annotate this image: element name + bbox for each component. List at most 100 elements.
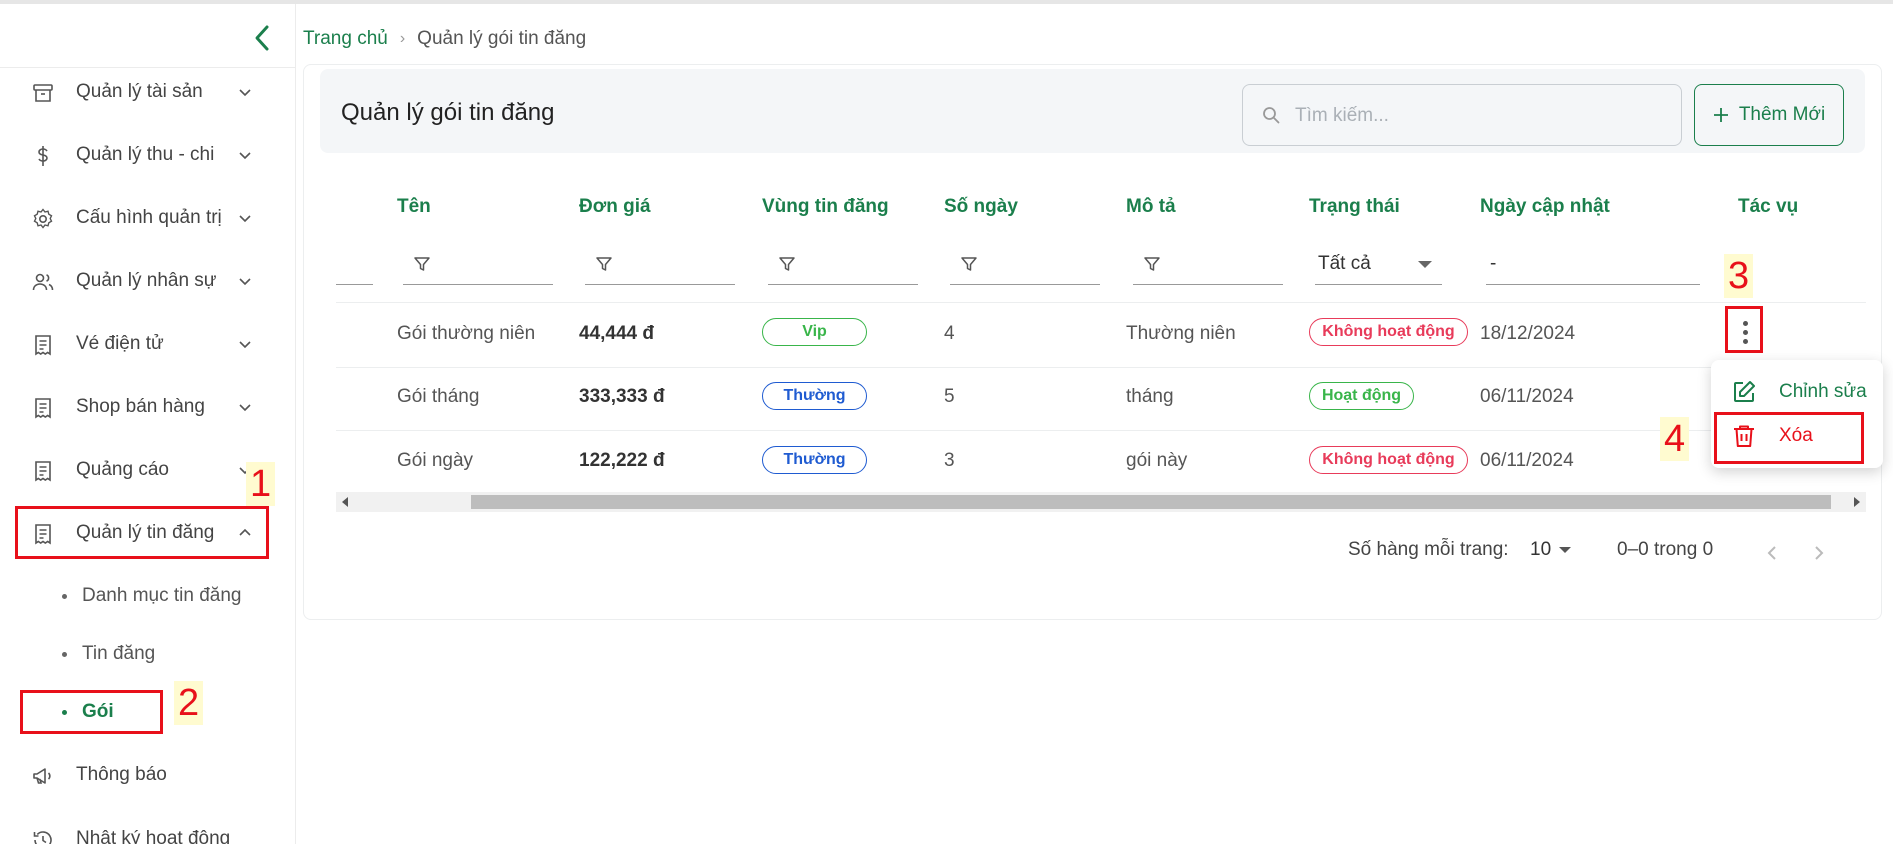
- breadcrumb-separator: ›: [399, 30, 406, 47]
- filter-days[interactable]: [950, 243, 1100, 285]
- status-badge: Không hoạt động: [1309, 446, 1468, 474]
- chevron-down-icon: [239, 89, 251, 97]
- cell-name: Gói thường niên: [397, 323, 536, 344]
- sidebar-item-label: Thông báo: [76, 764, 167, 785]
- cell-price: 333,333 đ: [579, 386, 665, 407]
- scrollbar-thumb[interactable]: [471, 495, 1831, 509]
- add-new-button[interactable]: Thêm Mới: [1694, 84, 1844, 146]
- highlight-box-packages: [20, 690, 163, 734]
- column-header-days[interactable]: Số ngày: [944, 196, 1018, 218]
- search-icon: [1263, 107, 1280, 124]
- caret-down-icon: [1559, 547, 1572, 553]
- sidebar-item-label: Quảng cáo: [76, 459, 169, 480]
- sidebar-item-admin-config[interactable]: Cấu hình quản trị: [15, 195, 268, 241]
- filter-date-value: -: [1490, 253, 1497, 274]
- filter-price[interactable]: [585, 243, 735, 285]
- sidebar-item-shop[interactable]: Shop bán hàng: [15, 384, 268, 430]
- cell-days: 4: [944, 323, 955, 344]
- bullet-dot: [62, 593, 67, 599]
- highlight-box-listings: [15, 506, 269, 559]
- sidebar-item-ads[interactable]: Quảng cáo: [15, 447, 268, 493]
- chevron-left-icon[interactable]: [1762, 543, 1782, 563]
- sidebar-item-label: Cấu hình quản trị: [76, 207, 222, 228]
- filter-status-value: Tất cả: [1318, 253, 1371, 274]
- step-number: 4: [1660, 417, 1690, 461]
- main-card: Quản lý gói tin đăng Thêm Mới Tên Đơn gi…: [303, 64, 1882, 620]
- cell-updated: 06/11/2024: [1480, 386, 1574, 407]
- sidebar-item-activity-log[interactable]: Nhật ký hoạt động: [15, 816, 268, 844]
- filter-status-select[interactable]: Tất cả: [1315, 243, 1442, 285]
- cell-description: tháng: [1126, 386, 1174, 407]
- filter-description[interactable]: [1133, 243, 1283, 285]
- sidebar-item-e-ticket[interactable]: Vé điện tử: [15, 321, 268, 367]
- filter-date[interactable]: -: [1486, 243, 1700, 285]
- sidebar-subitem-listing-categories[interactable]: Danh mục tin đăng: [62, 576, 242, 616]
- search-box[interactable]: [1242, 84, 1682, 146]
- sidebar-subitem-label: Danh mục tin đăng: [82, 585, 242, 606]
- sidebar-item-income-expense[interactable]: Quản lý thu - chi: [15, 132, 268, 178]
- column-header-description[interactable]: Mô tả: [1126, 196, 1176, 218]
- status-badge: Hoạt động: [1309, 382, 1414, 410]
- filter-name[interactable]: [403, 243, 553, 285]
- sidebar-item-label: Quản lý nhân sự: [76, 270, 217, 291]
- column-header-region[interactable]: Vùng tin đăng: [762, 196, 889, 218]
- breadcrumb-home-link[interactable]: Trang chủ: [303, 28, 388, 50]
- sidebar-subitem-listings[interactable]: Tin đăng: [62, 634, 155, 674]
- sidebar-item-label: Shop bán hàng: [76, 396, 205, 417]
- search-input[interactable]: [1293, 99, 1667, 133]
- chevron-right-icon[interactable]: [1809, 543, 1829, 563]
- highlight-box-row-actions: [1725, 306, 1763, 353]
- cell-days: 5: [944, 386, 955, 407]
- plus-icon: [1713, 108, 1728, 122]
- column-header-updated[interactable]: Ngày cập nhật: [1480, 196, 1610, 218]
- gear-icon: [33, 208, 53, 229]
- edit-icon: [1734, 381, 1755, 402]
- receipt-icon: [35, 461, 51, 482]
- horizontal-scrollbar[interactable]: [336, 492, 1866, 512]
- caret-down-icon: [1418, 261, 1432, 268]
- column-header-name[interactable]: Tên: [397, 196, 431, 218]
- filter-icon: [1144, 257, 1160, 271]
- cell-price: 44,444 đ: [579, 323, 654, 344]
- chevron-left-icon: [255, 25, 269, 51]
- cell-name: Gói ngày: [397, 450, 474, 471]
- highlight-box-delete: [1714, 412, 1864, 464]
- row-divider: [336, 430, 1866, 431]
- receipt-icon: [35, 398, 51, 419]
- edit-menu-item[interactable]: Chỉnh sửa: [1731, 372, 1871, 412]
- sidebar-item-label: Nhật ký hoạt động: [76, 828, 231, 844]
- sidebar-item-notifications[interactable]: Thông báo: [15, 752, 268, 798]
- cell-description: Thường niên: [1126, 323, 1236, 344]
- filter-icon: [596, 257, 612, 271]
- breadcrumb: Trang chủ › Quản lý gói tin đăng: [303, 28, 586, 50]
- sidebar-item-assets[interactable]: Quản lý tài sản: [15, 69, 268, 115]
- scroll-left-arrow[interactable]: [342, 497, 348, 507]
- edit-label: Chỉnh sửa: [1779, 381, 1867, 402]
- column-header-status[interactable]: Trạng thái: [1309, 196, 1400, 218]
- sidebar-item-hr[interactable]: Quản lý nhân sự: [15, 258, 268, 304]
- scroll-right-arrow[interactable]: [1854, 497, 1860, 507]
- step-number: 3: [1724, 254, 1754, 298]
- rows-per-page-select[interactable]: 10: [1530, 539, 1572, 561]
- bullet-dot: [62, 651, 67, 657]
- step-number: 2: [174, 681, 204, 725]
- filter-region[interactable]: [768, 243, 918, 285]
- region-badge: Thường: [762, 446, 867, 474]
- users-icon: [32, 273, 54, 291]
- filter-icon: [414, 257, 430, 271]
- column-header-price[interactable]: Đơn giá: [579, 196, 651, 218]
- rows-per-page-label: Số hàng mỗi trang:: [1348, 539, 1509, 560]
- chevron-down-icon: [239, 152, 251, 160]
- chevron-down-icon: [239, 404, 251, 412]
- filter-icon: [961, 257, 977, 271]
- sidebar-item-label: Vé điện tử: [76, 333, 164, 354]
- page-title: Quản lý gói tin đăng: [341, 99, 555, 126]
- collapse-sidebar-button[interactable]: [248, 20, 276, 56]
- cell-description: gói này: [1126, 450, 1188, 471]
- cell-updated: 06/11/2024: [1480, 450, 1574, 471]
- step-number: 1: [246, 462, 276, 506]
- receipt-icon: [35, 335, 51, 356]
- sidebar-subitem-label: Tin đăng: [82, 643, 156, 664]
- add-new-label: Thêm Mới: [1738, 104, 1826, 125]
- sidebar-item-label: Quản lý thu - chi: [76, 144, 215, 165]
